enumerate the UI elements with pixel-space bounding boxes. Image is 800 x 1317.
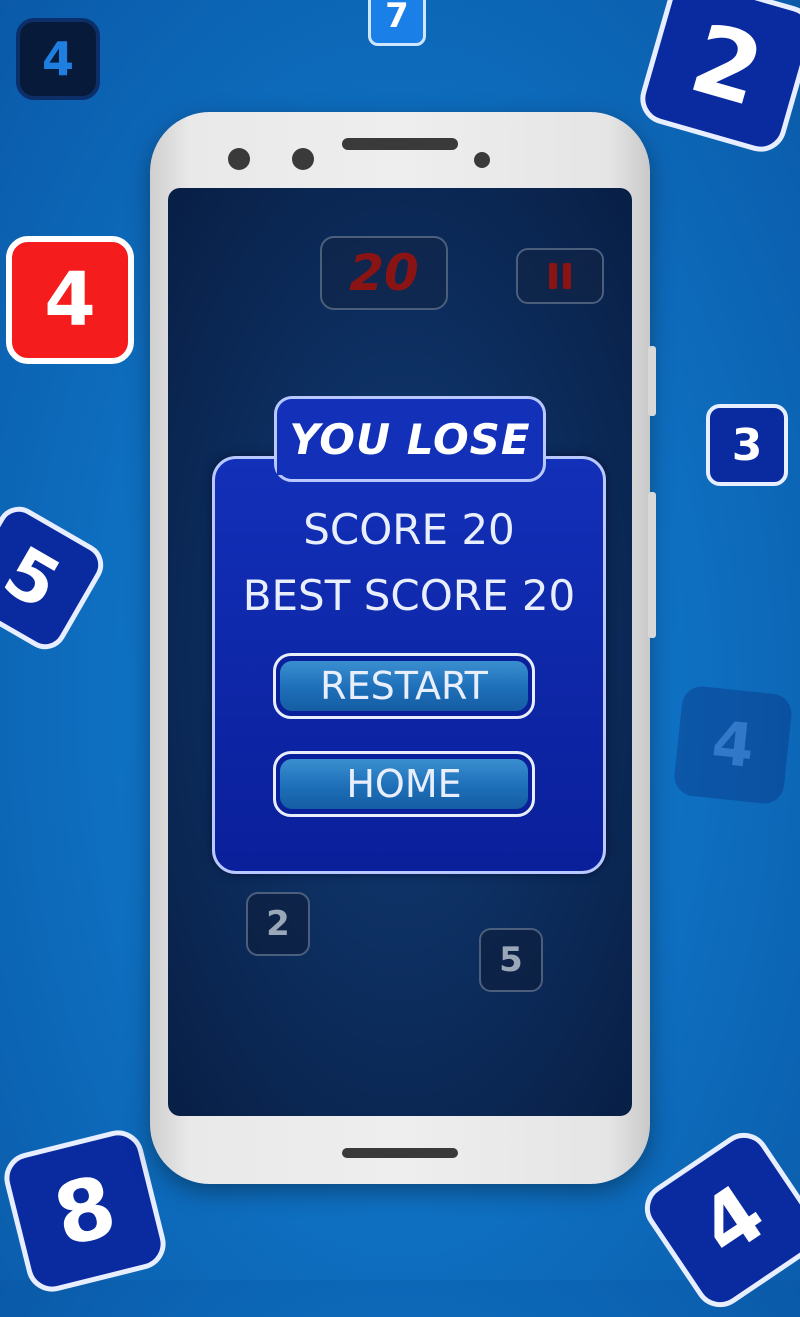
tile-value: 2 <box>266 904 290 944</box>
bg-tile-8-bottomleft: 8 <box>0 1124 172 1298</box>
bg-tile-5-left: 5 <box>0 498 112 658</box>
score-display: 20 <box>320 236 448 310</box>
front-camera <box>292 148 314 170</box>
board-tile-2[interactable]: 2 <box>246 892 310 956</box>
tile-value: 8 <box>44 1156 126 1266</box>
home-label: HOME <box>280 759 528 809</box>
restart-button[interactable]: RESTART <box>273 653 535 719</box>
board-tile-5[interactable]: 5 <box>479 928 543 992</box>
phone-side-button <box>648 346 656 416</box>
front-camera <box>228 148 250 170</box>
bg-tile-4-faded: 4 <box>672 684 794 806</box>
bottom-speaker <box>342 1148 458 1158</box>
bg-tile-4-red: 4 <box>6 236 134 364</box>
tab-joint <box>277 459 537 475</box>
tile-value: 3 <box>731 419 763 471</box>
game-screen: 20 YOU LOSE SCORE 20 BEST SCORE 20 RESTA… <box>168 188 632 1116</box>
phone-side-button <box>648 492 656 638</box>
score-value: 20 <box>349 244 419 302</box>
tile-value: 5 <box>0 530 74 626</box>
tile-value: 5 <box>499 940 523 980</box>
bg-tile-4-topleft: 4 <box>16 18 100 100</box>
bg-tile-3-right: 3 <box>706 404 788 486</box>
score-text: SCORE 20 <box>303 505 515 554</box>
pause-icon <box>549 263 571 289</box>
bg-tile-7-top: 7 <box>368 0 426 46</box>
phone-frame: 20 YOU LOSE SCORE 20 BEST SCORE 20 RESTA… <box>150 112 656 1184</box>
tile-value: 2 <box>679 1 775 129</box>
earpiece-speaker <box>342 138 458 150</box>
proximity-sensor <box>474 152 490 168</box>
tile-value: 4 <box>708 708 758 782</box>
tile-value: 4 <box>44 257 96 343</box>
home-button[interactable]: HOME <box>273 751 535 817</box>
restart-label: RESTART <box>280 661 528 711</box>
tile-value: 7 <box>385 0 409 36</box>
pause-button[interactable] <box>516 248 604 304</box>
tile-value: 4 <box>41 32 74 86</box>
bg-tile-2-topright: 2 <box>634 0 800 158</box>
game-over-dialog: SCORE 20 BEST SCORE 20 RESTART HOME <box>212 456 606 874</box>
dialog-title: YOU LOSE <box>289 414 531 464</box>
bg-tile-4-bottomright: 4 <box>634 1122 800 1317</box>
tile-value: 4 <box>682 1165 782 1275</box>
best-score-text: BEST SCORE 20 <box>242 571 576 620</box>
